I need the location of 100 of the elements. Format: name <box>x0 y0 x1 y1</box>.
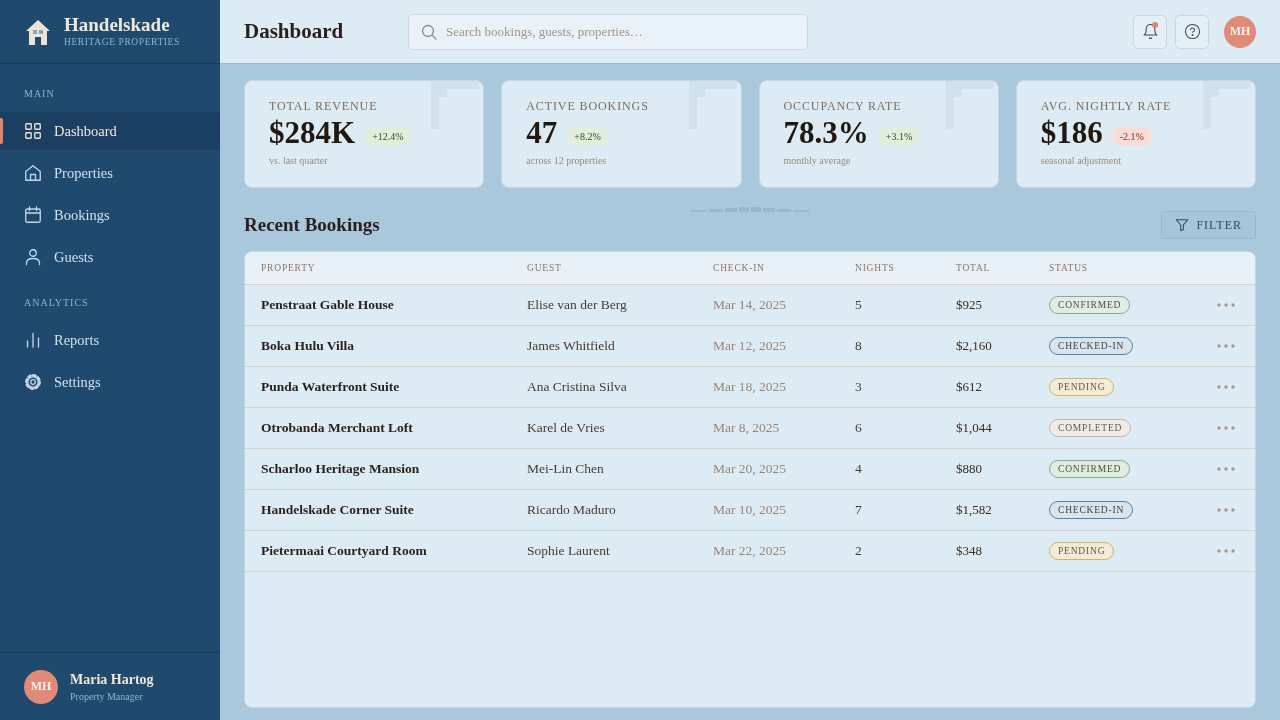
check-in-cell-text: Mar 14, 2025 <box>713 297 788 313</box>
property-cell-text: Scharloo Heritage Mansion <box>261 461 421 477</box>
check-in-cell-text: Mar 12, 2025 <box>713 338 788 354</box>
property-cell-text: Pietermaai Courtyard Room <box>261 543 428 559</box>
trend-badge: -2.1% <box>1111 126 1152 146</box>
more-icon <box>1217 426 1235 430</box>
house-logo-icon <box>24 17 52 46</box>
column-header: TOTAL <box>956 263 992 273</box>
user-name: Maria Hartog <box>70 670 154 688</box>
check-in-cell-text: Mar 22, 2025 <box>713 543 788 559</box>
grid-icon <box>24 122 42 140</box>
status-badge: PENDING <box>1049 542 1115 560</box>
nights-cell-text: 2 <box>855 543 863 559</box>
stat-label: OCCUPANCY RATE <box>783 99 903 114</box>
total-cell-text: $612 <box>956 379 983 395</box>
nav-section-heading: ANALYTICS <box>23 297 90 309</box>
total-cell-text: $880 <box>956 461 983 477</box>
more-icon <box>1217 508 1235 512</box>
bar-chart-icon <box>24 331 42 349</box>
search-icon <box>421 23 437 40</box>
guest-cell-text: Ricardo Maduro <box>527 502 617 518</box>
column-header: GUEST <box>527 263 563 273</box>
row-menu-button[interactable] <box>1217 385 1235 389</box>
settings-icon <box>24 373 42 391</box>
brand-name: Handelskade <box>64 14 171 36</box>
check-in-cell-text: Mar 18, 2025 <box>713 379 788 395</box>
bell-icon <box>1141 23 1159 40</box>
status-badge: COMPLETED <box>1049 419 1132 437</box>
nav-item[interactable]: Guests <box>0 238 220 276</box>
stat-note: vs. last quarter <box>269 154 329 167</box>
row-menu-button[interactable] <box>1217 467 1235 471</box>
guest-cell-text: James Whitfield <box>527 338 616 354</box>
nav-item[interactable]: Settings <box>0 363 220 401</box>
total-cell-text: $348 <box>956 543 983 559</box>
column-header: NIGHTS <box>855 263 896 273</box>
nights-cell-text: 5 <box>855 297 863 313</box>
house-icon <box>24 164 42 182</box>
help-button[interactable] <box>1175 14 1209 49</box>
calendar-icon <box>24 206 42 224</box>
funnel-icon <box>1175 218 1190 232</box>
stat-label: AVG. NIGHTLY RATE <box>1040 99 1173 114</box>
filter-button[interactable]: FILTER <box>1161 211 1256 239</box>
nights-cell-text: 4 <box>855 461 863 477</box>
stat-label: TOTAL REVENUE <box>269 99 379 114</box>
nav-item[interactable]: Dashboard <box>0 112 220 150</box>
property-cell-text: Otrobanda Merchant Loft <box>261 420 414 436</box>
total-cell-text: $1,044 <box>956 420 993 436</box>
check-in-cell-text: Mar 10, 2025 <box>713 502 788 518</box>
status-badge: CONFIRMED <box>1049 460 1131 478</box>
stat-label: ACTIVE BOOKINGS <box>526 99 650 114</box>
help-icon <box>1183 23 1201 40</box>
status-badge: CONFIRMED <box>1049 296 1131 314</box>
search-field[interactable]: Search bookings, guests, properties… <box>408 13 808 50</box>
person-icon <box>24 248 42 266</box>
nights-cell-text: 3 <box>855 379 863 395</box>
trend-badge: +8.2% <box>566 126 609 146</box>
check-in-cell-text: Mar 20, 2025 <box>713 461 788 477</box>
user-role: Property Manager <box>70 689 144 703</box>
more-icon <box>1217 549 1235 553</box>
stat-value: 47 <box>526 116 558 150</box>
row-menu-button[interactable] <box>1217 303 1235 307</box>
row-menu-button[interactable] <box>1217 508 1235 512</box>
status-badge: CHECKED-IN <box>1049 337 1134 355</box>
row-menu-button[interactable] <box>1217 549 1235 553</box>
total-cell-text: $1,582 <box>956 502 993 518</box>
notifications-button[interactable] <box>1133 14 1167 49</box>
more-icon <box>1217 303 1235 307</box>
row-menu-button[interactable] <box>1217 344 1235 348</box>
nav-item[interactable]: Properties <box>0 154 220 192</box>
guest-cell-text: Elise van der Berg <box>527 297 628 313</box>
more-icon <box>1217 344 1235 348</box>
property-cell-text: Handelskade Corner Suite <box>261 502 415 518</box>
more-icon <box>1217 385 1235 389</box>
stat-note: across 12 properties <box>526 154 608 167</box>
nights-cell-text: 8 <box>855 338 863 354</box>
trend-badge: +12.4% <box>364 126 412 146</box>
column-header: CHECK-IN <box>713 263 766 273</box>
guest-cell-text: Karel de Vries <box>527 420 606 436</box>
row-menu-button[interactable] <box>1217 426 1235 430</box>
more-icon <box>1217 467 1235 471</box>
column-header: PROPERTY <box>261 263 317 273</box>
stat-note: seasonal adjustment <box>1040 154 1122 167</box>
nights-cell-text: 7 <box>855 502 863 518</box>
check-in-cell-text: Mar 8, 2025 <box>713 420 781 436</box>
status-badge: CHECKED-IN <box>1049 501 1134 519</box>
nav-item[interactable]: Reports <box>0 321 220 359</box>
property-cell-text: Penstraat Gable House <box>261 297 395 313</box>
stat-value: 78.3% <box>783 116 869 150</box>
status-badge: PENDING <box>1049 378 1115 396</box>
property-cell-text: Punda Waterfront Suite <box>261 379 401 395</box>
section-title: Recent Bookings <box>244 214 380 236</box>
nav-item[interactable]: Bookings <box>0 196 220 234</box>
nav-section-heading: MAIN <box>23 88 56 100</box>
brand-tagline: HERITAGE PROPERTIES <box>64 36 180 49</box>
guest-cell-text: Sophie Laurent <box>527 543 611 559</box>
property-cell-text: Boka Hulu Villa <box>261 338 356 354</box>
stat-value: $284K <box>269 116 356 150</box>
column-header: STATUS <box>1049 263 1089 273</box>
total-cell-text: $2,160 <box>956 338 993 354</box>
page-title: Dashboard <box>244 19 345 44</box>
